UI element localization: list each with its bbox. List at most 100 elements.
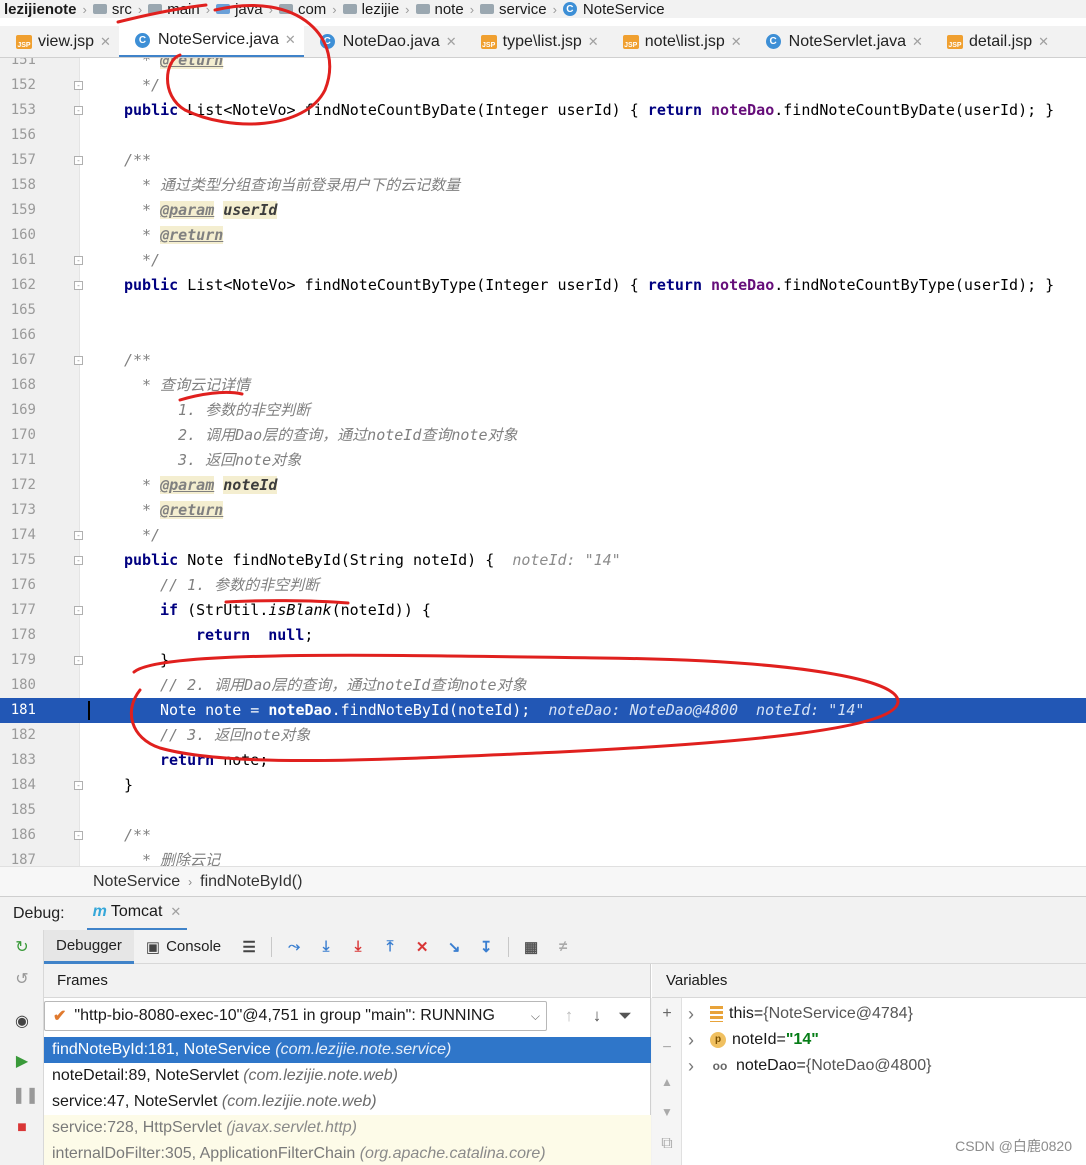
breadcrumb-item[interactable]: com <box>275 1 330 18</box>
code-text[interactable]: /** <box>124 348 151 373</box>
menu-icon[interactable]: ☰ <box>238 936 260 958</box>
breadcrumb-item[interactable]: lezijienote <box>0 1 81 18</box>
code-crumb-class[interactable]: NoteService <box>93 873 180 891</box>
code-text[interactable]: 2. 调用Dao层的查询，通过noteId查询note对象 <box>178 423 518 448</box>
fold-toggle-icon[interactable]: - <box>74 256 83 265</box>
close-icon[interactable]: ✕ <box>446 34 457 50</box>
code-text[interactable]: // 3. 返回note对象 <box>160 723 310 748</box>
breadcrumb-item[interactable]: C NoteService <box>559 1 669 18</box>
fold-toggle-icon[interactable]: - <box>74 531 83 540</box>
code-text[interactable]: /** <box>124 823 151 848</box>
fold-toggle-icon[interactable]: - <box>74 281 83 290</box>
drop-frame-icon[interactable]: ✕ <box>411 936 433 958</box>
show-execution-point-icon[interactable]: ⤳ <box>283 936 305 958</box>
code-text[interactable]: * @return <box>142 498 224 523</box>
chevron-right-icon[interactable]: › <box>688 1053 710 1079</box>
code-text[interactable]: * @param noteId <box>142 473 278 498</box>
fold-toggle-icon[interactable]: - <box>74 831 83 840</box>
close-icon[interactable]: ✕ <box>588 34 599 50</box>
editor-tab[interactable]: C NoteDao.java ✕ <box>304 26 465 57</box>
tab-console[interactable]: ▣ Console <box>134 930 233 964</box>
pause-icon[interactable]: ❚❚ <box>12 1086 39 1106</box>
fold-toggle-icon[interactable]: - <box>74 81 83 90</box>
fold-toggle-icon[interactable]: - <box>74 106 83 115</box>
tab-debugger[interactable]: Debugger <box>44 929 134 964</box>
code-editor[interactable]: 151 * @return 152 - */ 153 - public List<NoteVo… <box>0 58 1086 866</box>
editor-tab[interactable]: C NoteService.java ✕ <box>118 26 304 57</box>
thread-selector[interactable]: ✔ "http-bio-8080-exec-10"@4,751 in group… <box>44 1001 547 1031</box>
fold-toggle-icon[interactable]: - <box>74 606 83 615</box>
editor-tab[interactable]: JSP detail.jsp ✕ <box>931 26 1057 57</box>
code-text[interactable]: } <box>160 648 169 673</box>
arrow-up-icon[interactable]: ▲ <box>659 1074 675 1090</box>
close-icon[interactable]: ✕ <box>100 34 111 50</box>
stack-frame[interactable]: service:728, HttpServlet (javax.servlet.… <box>44 1115 651 1141</box>
step-out-icon[interactable]: ⤒ <box>379 936 401 958</box>
code-text[interactable]: /** <box>124 148 151 173</box>
code-text[interactable]: */ <box>142 523 160 548</box>
breadcrumb-item[interactable]: src <box>89 1 136 18</box>
editor-tab[interactable]: JSP note\list.jsp ✕ <box>607 26 750 57</box>
duplicate-watch-icon[interactable]: ⧉ <box>659 1136 675 1152</box>
close-icon[interactable]: ✕ <box>912 34 923 50</box>
code-text[interactable]: */ <box>142 248 160 273</box>
rerun-icon[interactable]: ↻ <box>12 938 32 958</box>
code-text[interactable]: * 查询云记详情 <box>142 373 250 398</box>
stop-icon[interactable]: ■ <box>12 1118 32 1138</box>
code-text[interactable]: * @return <box>142 58 224 73</box>
breadcrumb-item[interactable]: service <box>476 1 551 18</box>
code-text[interactable]: * 通过类型分组查询当前登录用户下的云记数量 <box>142 173 460 198</box>
close-icon[interactable]: ✕ <box>731 34 742 50</box>
variable-row[interactable]: › oo noteDao = {NoteDao@4800} <box>688 1053 932 1079</box>
code-text[interactable]: public List<NoteVo> findNoteCountByType(… <box>124 273 1054 298</box>
stack-frame[interactable]: service:47, NoteServlet (com.lezijie.not… <box>44 1089 651 1115</box>
code-text[interactable]: */ <box>142 73 160 98</box>
filter-icon[interactable]: ⏷ <box>611 1002 639 1030</box>
next-frame-icon[interactable]: ↓ <box>583 1002 611 1030</box>
stack-frame[interactable]: findNoteById:181, NoteService (com.lezij… <box>44 1037 651 1063</box>
previous-frame-icon[interactable]: ↑ <box>555 1002 583 1030</box>
code-text[interactable]: } <box>124 773 133 798</box>
code-text[interactable]: public List<NoteVo> findNoteCountByDate(… <box>124 98 1054 123</box>
resume-icon[interactable]: ▶ <box>12 1052 32 1072</box>
code-crumb-method[interactable]: findNoteById() <box>200 873 302 891</box>
fold-toggle-icon[interactable]: - <box>74 656 83 665</box>
editor-tab[interactable]: JSP type\list.jsp ✕ <box>465 26 607 57</box>
chevron-right-icon[interactable]: › <box>688 1001 710 1027</box>
code-text[interactable]: return null; <box>196 623 313 648</box>
fold-toggle-icon[interactable]: - <box>74 156 83 165</box>
fold-toggle-icon[interactable]: - <box>74 781 83 790</box>
editor-tab[interactable]: JSP view.jsp ✕ <box>0 26 119 57</box>
close-icon[interactable]: ✕ <box>1038 34 1049 50</box>
fold-toggle-icon[interactable]: - <box>74 356 83 365</box>
code-text[interactable]: // 1. 参数的非空判断 <box>160 573 319 598</box>
breadcrumb-item[interactable]: java <box>212 1 267 18</box>
variable-row[interactable]: › this = {NoteService@4784} <box>688 1001 913 1027</box>
breadcrumb-item[interactable]: main <box>144 1 204 18</box>
restart-config-icon[interactable]: ↺ <box>12 970 32 990</box>
code-text[interactable]: 1. 参数的非空判断 <box>178 398 310 423</box>
view-breakpoints-icon[interactable]: ◉ <box>12 1012 32 1032</box>
code-text[interactable]: // 2. 调用Dao层的查询，通过noteId查询note对象 <box>160 673 527 698</box>
stack-frame[interactable]: internalDoFilter:305, ApplicationFilterC… <box>44 1141 651 1165</box>
breadcrumb-item[interactable]: lezijie <box>339 1 404 18</box>
editor-tab[interactable]: C NoteServlet.java ✕ <box>750 26 931 57</box>
chevron-right-icon[interactable]: › <box>688 1027 710 1053</box>
run-to-cursor-icon[interactable]: ↘ <box>443 936 465 958</box>
stack-frame[interactable]: noteDetail:89, NoteServlet (com.lezijie.… <box>44 1063 651 1089</box>
close-icon[interactable]: ✕ <box>285 32 296 48</box>
code-text[interactable]: * @param userId <box>142 198 278 223</box>
trace-icon[interactable]: ≠ <box>552 936 574 958</box>
debug-session-tab[interactable]: m Tomcat ✕ <box>86 897 188 931</box>
code-text[interactable]: 3. 返回note对象 <box>178 448 301 473</box>
code-text[interactable]: * @return <box>142 223 224 248</box>
close-icon[interactable]: ✕ <box>170 904 181 920</box>
code-text[interactable]: Note note = noteDao.findNoteById(noteId)… <box>160 698 864 723</box>
table-view-icon[interactable]: ▦ <box>520 936 542 958</box>
add-watch-icon[interactable]: + <box>659 1006 675 1022</box>
variable-row[interactable]: › p noteId = "14" <box>688 1027 819 1053</box>
breadcrumb-item[interactable]: note <box>412 1 468 18</box>
code-text[interactable]: * 删除云记 <box>142 848 220 866</box>
code-text[interactable]: return note; <box>160 748 268 773</box>
remove-watch-icon[interactable]: − <box>659 1040 675 1056</box>
